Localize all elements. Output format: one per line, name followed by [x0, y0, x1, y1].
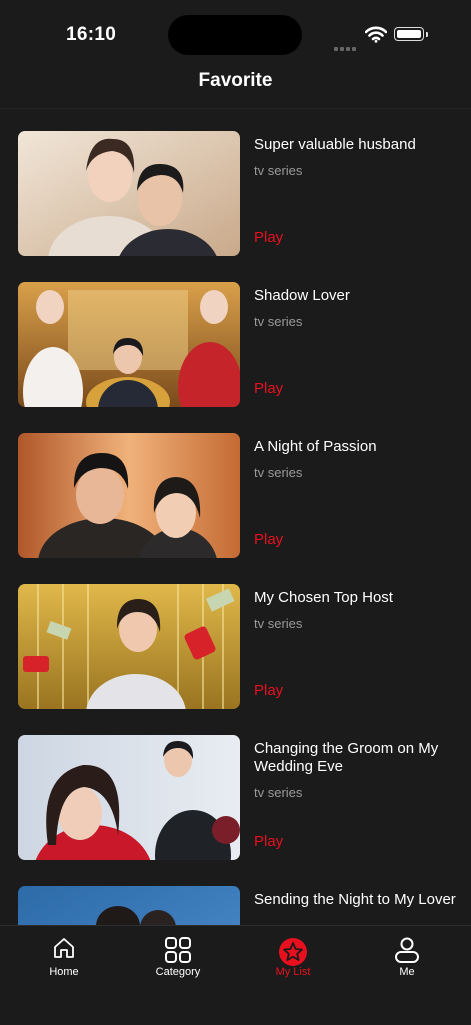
grid-icon [164, 937, 192, 968]
header-divider [0, 108, 471, 109]
list-item[interactable]: My Chosen Top Host tv series Play [0, 584, 471, 710]
list-item[interactable]: Shadow Lover tv series Play [0, 282, 471, 408]
tab-bar: Home Category My List Me [0, 925, 471, 1025]
page-title: Favorite [198, 70, 273, 91]
status-time: 16:10 [66, 24, 117, 45]
item-type: tv series [254, 616, 303, 631]
item-type: tv series [254, 163, 303, 178]
poster-image[interactable] [18, 282, 240, 407]
status-bar: 16:10 [0, 0, 471, 70]
tab-my-list[interactable]: My List [248, 926, 338, 986]
list-item[interactable]: Sending the Night to My Lover [0, 886, 471, 925]
tab-me[interactable]: Me [362, 926, 452, 986]
wifi-icon [364, 26, 388, 48]
tab-label: Category [155, 966, 201, 978]
play-button[interactable]: Play [254, 682, 283, 699]
tab-home[interactable]: Home [19, 926, 109, 986]
person-icon [394, 937, 420, 968]
signal-icon [334, 38, 358, 56]
tab-label: Home [49, 966, 79, 978]
item-title: Super valuable husband [254, 136, 416, 153]
play-button[interactable]: Play [254, 833, 283, 850]
item-type: tv series [254, 314, 303, 329]
tab-label: Me [399, 966, 415, 978]
item-title: Changing the Groom on My Wedding Eve [254, 740, 439, 775]
tab-category[interactable]: Category [133, 926, 223, 986]
item-type: tv series [254, 465, 303, 480]
item-title: My Chosen Top Host [254, 589, 393, 606]
list-item[interactable]: A Night of Passion tv series Play [0, 433, 471, 559]
favorites-list[interactable]: Super valuable husband tv series Play Sh… [0, 110, 471, 925]
poster-image[interactable] [18, 584, 240, 709]
dynamic-island [168, 15, 302, 55]
poster-image[interactable] [18, 735, 240, 860]
list-item[interactable]: Super valuable husband tv series Play [0, 131, 471, 257]
item-title: Sending the Night to My Lover [254, 891, 456, 908]
tab-label: My List [275, 966, 311, 978]
item-title: Shadow Lover [254, 287, 350, 304]
play-button[interactable]: Play [254, 229, 283, 246]
item-type: tv series [254, 785, 303, 800]
poster-image[interactable] [18, 886, 240, 925]
play-button[interactable]: Play [254, 380, 283, 397]
poster-image[interactable] [18, 433, 240, 558]
battery-icon [394, 27, 424, 41]
play-button[interactable]: Play [254, 531, 283, 548]
item-title: A Night of Passion [254, 438, 377, 455]
poster-image[interactable] [18, 131, 240, 256]
list-item[interactable]: Changing the Groom on My Wedding Eve tv … [0, 735, 471, 861]
home-icon [52, 937, 76, 964]
